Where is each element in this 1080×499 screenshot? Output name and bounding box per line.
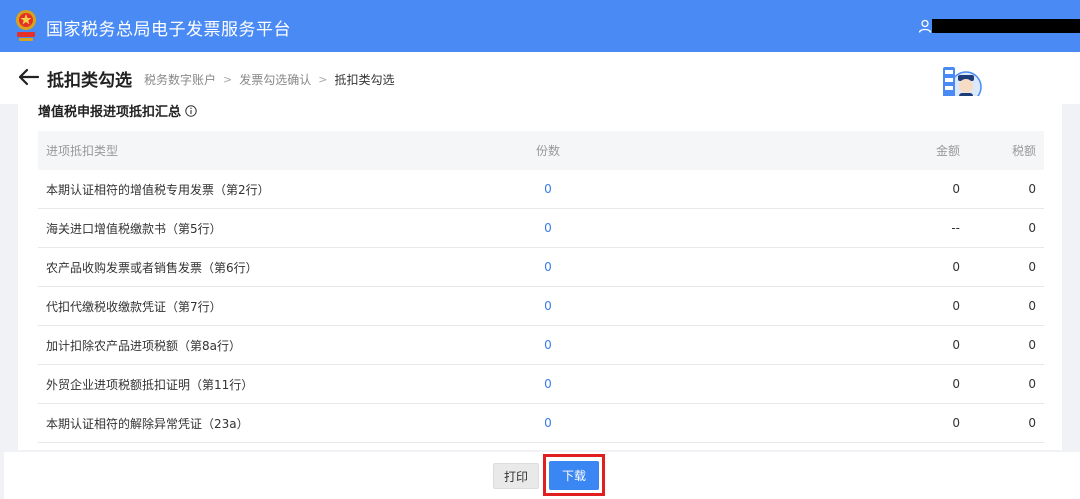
print-button[interactable]: 打印	[493, 463, 539, 489]
row-amount-cell: 0	[952, 260, 960, 274]
table-body: 本期认证相符的增值税专用发票（第2行） 0 0 0 海关进口增值税缴款书（第5行） 0 --…	[38, 170, 1044, 443]
page-title: 抵扣类勾选	[47, 71, 132, 91]
chevron-right-icon: >	[223, 73, 233, 86]
row-type-cell: 加计扣除农产品进项税额（第8a行）	[46, 338, 241, 353]
row-tax-cell: 0	[1028, 182, 1036, 196]
row-tax-cell: 0	[1028, 299, 1036, 313]
table-row: 农产品收购发票或者销售发票（第6行） 0 0 0	[38, 248, 1044, 287]
table-row: 代扣代缴税收缴款凭证（第7行） 0 0 0	[38, 287, 1044, 326]
platform-title: 国家税务总局电子发票服务平台	[46, 20, 291, 40]
row-type-cell: 外贸企业进项税额抵扣证明（第11行）	[46, 377, 254, 392]
breadcrumb: 税务数字账户 > 发票勾选确认 > 抵扣类勾选	[144, 71, 394, 88]
column-header-type: 进项抵扣类型	[46, 144, 119, 158]
row-count-link[interactable]: 0	[458, 416, 638, 430]
row-type-cell: 农产品收购发票或者销售发票（第6行）	[46, 260, 258, 275]
row-type-cell: 本期认证相符的解除异常凭证（23a）	[46, 416, 249, 431]
table-row: 加计扣除农产品进项税额（第8a行） 0 0 0	[38, 326, 1044, 365]
back-arrow-icon[interactable]	[18, 67, 40, 87]
row-count-link[interactable]: 0	[458, 260, 638, 274]
row-count-link[interactable]: 0	[458, 221, 638, 235]
row-amount-cell: --	[951, 221, 960, 235]
row-type-cell: 海关进口增值税缴款书（第5行）	[46, 221, 222, 236]
table-row: 海关进口增值税缴款书（第5行） 0 -- 0	[38, 209, 1044, 248]
info-icon[interactable]	[185, 104, 197, 117]
row-tax-cell: 0	[1028, 221, 1036, 235]
row-tax-cell: 0	[1028, 377, 1036, 391]
table-row: 外贸企业进项税额抵扣证明（第11行） 0 0 0	[38, 365, 1044, 404]
column-header-count: 份数	[535, 144, 560, 158]
row-count-link[interactable]: 0	[458, 377, 638, 391]
table-header: 进项抵扣类型 份数 金额 税额	[38, 131, 1044, 170]
breadcrumb-item-tax-account[interactable]: 税务数字账户	[144, 71, 216, 88]
breadcrumb-item-current: 抵扣类勾选	[334, 73, 395, 87]
column-header-tax: 税额	[1011, 144, 1036, 158]
download-button[interactable]: 下载	[549, 461, 599, 490]
breadcrumb-item-invoice-confirm[interactable]: 发票勾选确认	[239, 71, 311, 88]
row-count-link[interactable]: 0	[458, 299, 638, 313]
tax-emblem-icon	[16, 10, 36, 41]
row-amount-cell: 0	[952, 182, 960, 196]
user-icon[interactable]	[918, 19, 932, 33]
chevron-right-icon: >	[318, 73, 328, 86]
row-amount-cell: 0	[952, 338, 960, 352]
table-row: 本期认证相符的解除异常凭证（23a） 0 0 0	[38, 404, 1044, 443]
row-count-link[interactable]: 0	[458, 182, 638, 196]
row-type-cell: 代扣代缴税收缴款凭证（第7行）	[46, 299, 222, 314]
row-tax-cell: 0	[1028, 416, 1036, 430]
row-amount-cell: 0	[952, 299, 960, 313]
table-row: 本期认证相符的增值税专用发票（第2行） 0 0 0	[38, 170, 1044, 209]
row-count-link[interactable]: 0	[458, 338, 638, 352]
row-amount-cell: 0	[952, 416, 960, 430]
action-footer	[4, 452, 1080, 499]
section-title: 增值税申报进项抵扣汇总	[38, 101, 197, 120]
row-tax-cell: 0	[1028, 338, 1036, 352]
row-type-cell: 本期认证相符的增值税专用发票（第2行）	[46, 182, 270, 197]
user-name-redacted[interactable]	[932, 19, 1080, 33]
deduction-summary-table: 进项抵扣类型 份数 金额 税额 本期认证相符的增值税专用发票（第2行） 0 0 0 海关…	[38, 131, 1044, 443]
section-title-text: 增值税申报进项抵扣汇总	[38, 105, 182, 120]
row-amount-cell: 0	[952, 377, 960, 391]
row-tax-cell: 0	[1028, 260, 1036, 274]
column-header-amount: 金额	[935, 144, 960, 158]
